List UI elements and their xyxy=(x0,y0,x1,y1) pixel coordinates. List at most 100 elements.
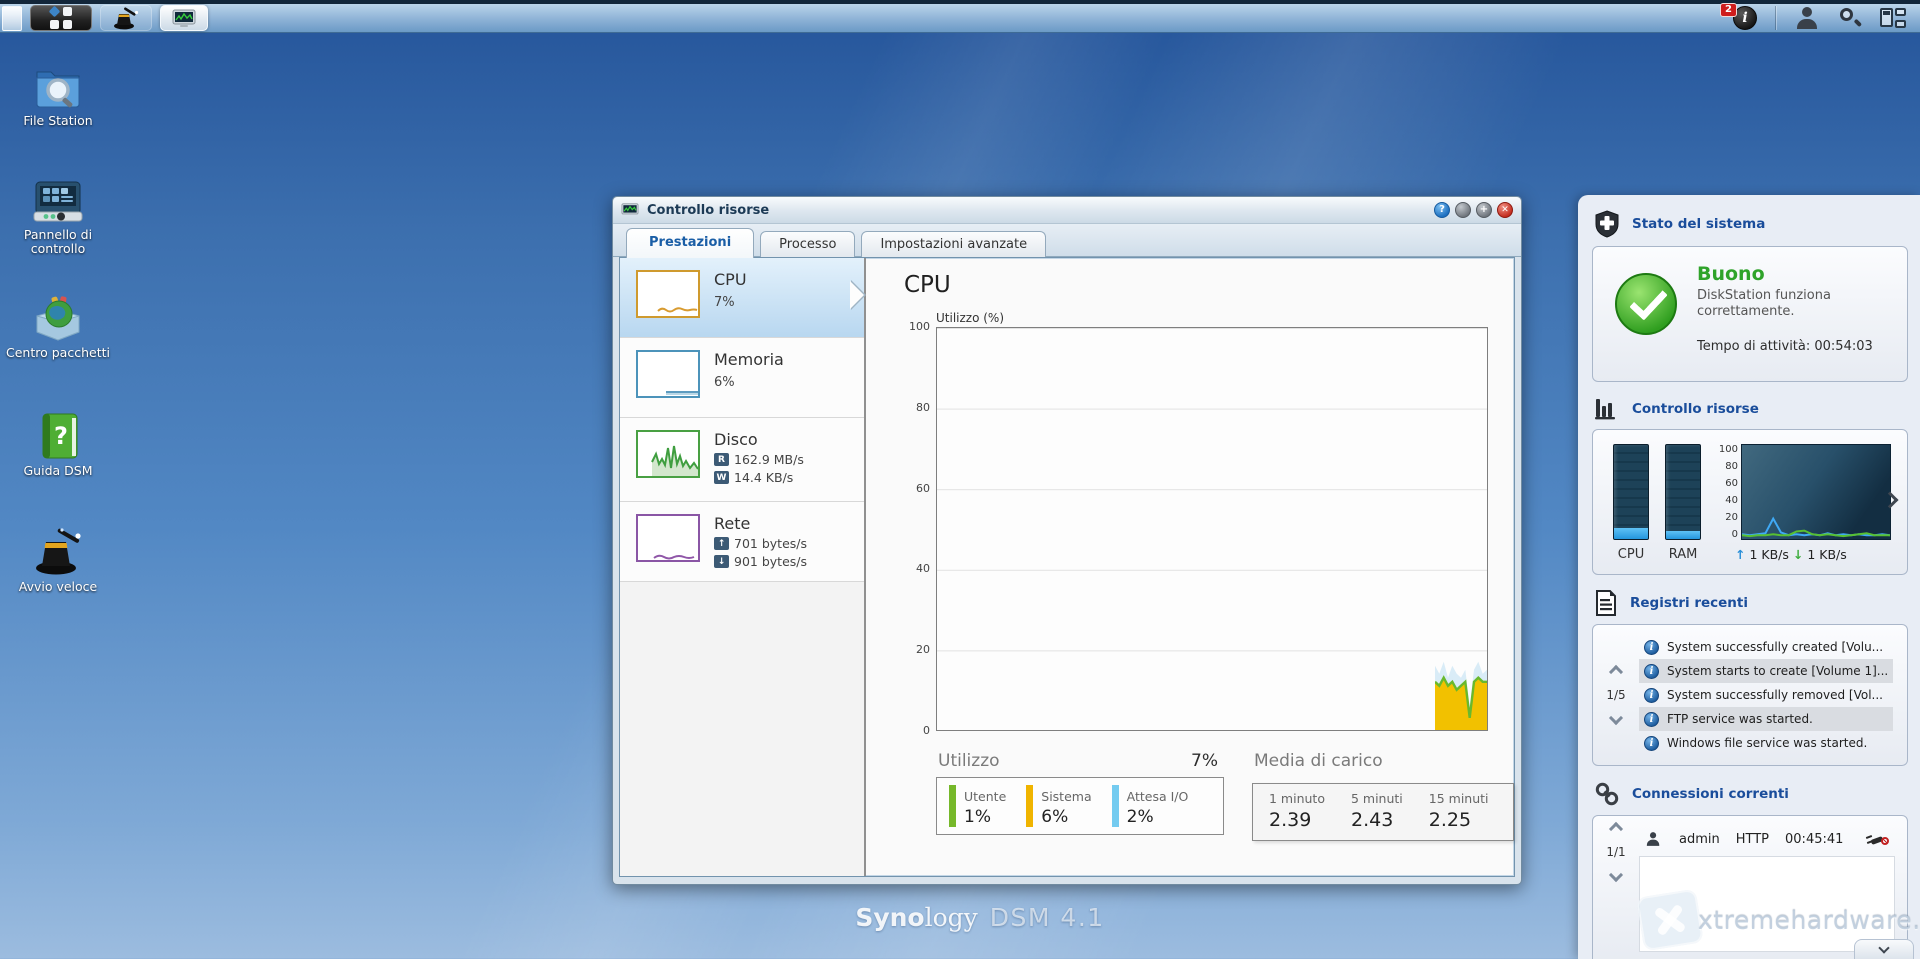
bar-chart-icon xyxy=(1595,399,1615,420)
search-button[interactable] xyxy=(1838,6,1863,30)
window-title-icon xyxy=(621,203,639,215)
list-item-memory[interactable]: Memoria 6% xyxy=(620,338,864,418)
chain-link-icon xyxy=(1595,782,1619,806)
load-1min: 1 minuto 2.39 xyxy=(1269,791,1325,833)
current-connections-title: Connessioni correnti xyxy=(1632,786,1789,802)
cpu-usage-area-series xyxy=(1435,661,1487,730)
legend-swatch-utente xyxy=(949,785,956,827)
tab-impostazioni-avanzate[interactable]: Impostazioni avanzate xyxy=(861,231,1047,258)
desktop-icon-control-panel[interactable]: Pannello di controllo xyxy=(4,168,112,257)
disk-thumbnail xyxy=(636,430,700,478)
list-item-disk[interactable]: Disco R 162.9 MB/s W 14.4 KB/s xyxy=(620,418,864,502)
resource-monitor-window: Controllo risorse ? + ✕ Prestazioni Proce… xyxy=(612,196,1522,885)
cpu-chart: 100 80 60 40 20 0 xyxy=(909,320,1488,737)
list-item-network[interactable]: Rete ↑ 701 bytes/s ↓ 901 bytes/s xyxy=(620,502,864,582)
window-close-button[interactable]: ✕ xyxy=(1497,202,1513,218)
info-icon xyxy=(1644,711,1659,727)
resource-widget-panel[interactable]: CPU RAM 100 80 60 40 20 0 ↑ 1 KB/s ↓ 1 K… xyxy=(1592,429,1908,575)
load-label: 15 minuti xyxy=(1428,791,1489,806)
legend-value: 6% xyxy=(1041,806,1069,827)
desktop-icon-quick-start[interactable]: Avvio veloce xyxy=(4,520,112,594)
window-minimize-button[interactable] xyxy=(1455,202,1471,218)
notifications-button[interactable]: i 2 xyxy=(1720,3,1757,30)
desktop-icon-label: Guida DSM xyxy=(23,463,93,478)
sidebar-collapse-button[interactable] xyxy=(1854,939,1914,959)
dsm-help-icon: ? xyxy=(42,413,78,459)
chart-title: CPU xyxy=(904,272,951,298)
control-panel-icon xyxy=(33,181,83,222)
y-tick: 0 xyxy=(923,724,930,737)
network-title: Rete xyxy=(714,514,751,533)
branding-version: DSM 4.1 xyxy=(989,903,1105,932)
tab-prestazioni[interactable]: Prestazioni xyxy=(626,228,755,258)
desktop-icon-label: Pannello di controllo xyxy=(23,227,93,257)
y-tick: 60 xyxy=(916,482,930,495)
legend-attesa-io: Attesa I/O 2% xyxy=(1111,785,1188,827)
desktop-icon-file-station[interactable]: File Station xyxy=(4,54,112,128)
system-status-panel: Buono DiskStation funziona correttamente… xyxy=(1592,246,1908,382)
resource-monitor-taskbar-button[interactable] xyxy=(160,5,208,31)
pilot-view-button[interactable] xyxy=(1880,7,1906,29)
load-value: 2.39 xyxy=(1269,809,1312,831)
log-entry[interactable]: System successfully created [Volu... xyxy=(1639,635,1893,659)
svg-text:?: ? xyxy=(54,422,68,450)
desktop-icon-dsm-help[interactable]: ? Guida DSM xyxy=(4,404,112,478)
disconnect-icon[interactable] xyxy=(1865,831,1889,847)
quick-launch-button[interactable] xyxy=(100,5,152,31)
log-entry[interactable]: System starts to create [Volume 1]... xyxy=(1639,659,1893,683)
disk-read-value: 162.9 MB/s xyxy=(734,452,804,467)
legend-value: 2% xyxy=(1126,806,1154,827)
cpu-gauge: CPU xyxy=(1613,444,1649,574)
window-help-button[interactable]: ? xyxy=(1434,202,1450,218)
connection-row[interactable]: admin HTTP 00:45:41 xyxy=(1639,826,1895,854)
y-tick: 20 xyxy=(916,643,930,656)
window-maximize-button[interactable]: + xyxy=(1476,202,1492,218)
package-center-icon xyxy=(36,296,80,341)
branding-syno: Syno xyxy=(855,903,925,932)
network-mini-chart: 100 80 60 40 20 0 ↑ 1 KB/s ↓ 1 KB/s xyxy=(1715,444,1891,574)
upload-badge: ↑ xyxy=(714,537,729,550)
log-entry[interactable]: Windows file service was started. xyxy=(1639,731,1893,755)
current-connections-header: Connessioni correnti xyxy=(1594,781,1904,807)
user-menu-button[interactable] xyxy=(1794,7,1820,29)
taskbar-separator xyxy=(1775,6,1776,30)
tab-processo[interactable]: Processo xyxy=(760,231,856,258)
resource-widget-header: Controllo risorse xyxy=(1594,397,1904,421)
desktop-icon-package-center[interactable]: Centro pacchetti xyxy=(4,286,112,360)
log-entry[interactable]: FTP service was started. xyxy=(1639,707,1893,731)
cpu-value: 7% xyxy=(714,295,735,310)
main-menu-button[interactable] xyxy=(30,5,92,31)
connections-page-up[interactable] xyxy=(1608,821,1624,837)
connections-page-down[interactable] xyxy=(1608,867,1624,883)
write-badge: W xyxy=(714,471,729,484)
logs-page-up[interactable] xyxy=(1608,664,1624,680)
mini-y-tick: 0 xyxy=(1731,529,1738,540)
log-entry[interactable]: System successfully removed [Vol... xyxy=(1639,683,1893,707)
info-icon xyxy=(1644,663,1659,679)
legend-value: 1% xyxy=(964,806,991,827)
usage-value: 7% xyxy=(1191,751,1218,771)
upload-arrow-icon: ↑ xyxy=(1735,547,1746,562)
dsm-branding: Synology DSM 4.1 xyxy=(700,903,1260,932)
system-health-sidebar: Stato del sistema Buono DiskStation funz… xyxy=(1578,195,1920,959)
load-label: 1 minuto xyxy=(1269,791,1325,806)
mini-y-tick: 40 xyxy=(1725,495,1738,506)
connection-protocol: HTTP xyxy=(1735,831,1770,847)
show-desktop-button[interactable] xyxy=(2,5,22,31)
taskbar: i 2 xyxy=(0,3,1920,33)
network-down-value: 901 bytes/s xyxy=(734,554,807,569)
list-item-cpu[interactable]: CPU 7% xyxy=(620,258,866,338)
current-connections-panel: 1/1 admin HTTP 00:45:41 xyxy=(1592,815,1908,959)
window-titlebar[interactable]: Controllo risorse ? + ✕ xyxy=(613,197,1521,224)
chart-axis-label: Utilizzo (%) xyxy=(936,311,1005,325)
y-tick: 40 xyxy=(916,562,930,575)
memory-title: Memoria xyxy=(714,350,784,369)
logs-page-down[interactable] xyxy=(1608,710,1624,726)
cpu-gauge-label: CPU xyxy=(1617,547,1645,562)
memory-thumbnail xyxy=(636,350,700,398)
status-description: DiskStation funziona correttamente. xyxy=(1697,288,1831,320)
cpu-thumbnail xyxy=(636,270,700,318)
load-5min: 5 minuti 2.43 xyxy=(1351,791,1403,833)
cpu-title: CPU xyxy=(714,270,747,289)
usage-label: Utilizzo xyxy=(938,751,1000,771)
